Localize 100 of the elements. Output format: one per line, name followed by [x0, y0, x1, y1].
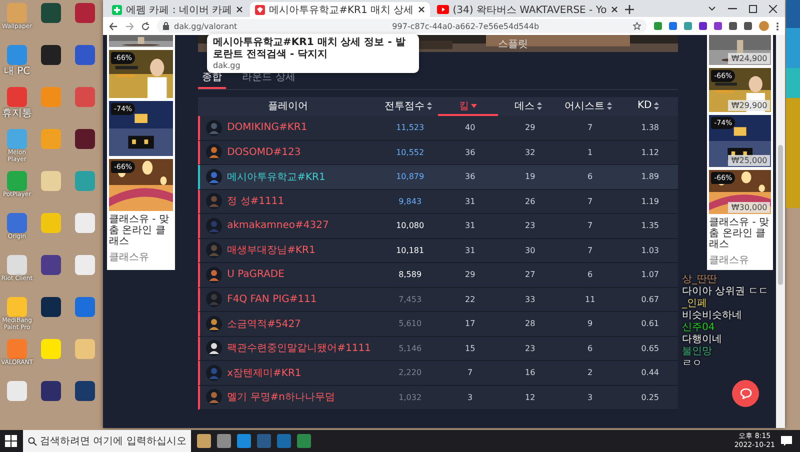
table-cell-text: 6 [586, 172, 594, 182]
table-cell-text: 6 [586, 344, 594, 353]
table-cell-text: 0.44 [640, 368, 660, 378]
table-cell-text: 8,589 [398, 270, 423, 280]
player-name[interactable]: 메시아투유학교#KR1 [227, 170, 326, 184]
table-cell-text: 0.61 [640, 319, 660, 328]
taskbar-icon[interactable] [277, 434, 292, 448]
table-cell-text: 29 [464, 270, 476, 280]
minimize-icon[interactable] [728, 8, 737, 10]
desktop-icon[interactable] [41, 381, 61, 401]
taskbar-icon[interactable] [197, 434, 212, 448]
avatar-icon [206, 218, 222, 234]
reload-icon[interactable] [141, 22, 150, 30]
menu-icon[interactable] [776, 22, 779, 30]
maximize-icon[interactable] [749, 4, 757, 12]
player-name[interactable]: x잠텐제미#KR1 [227, 366, 302, 380]
result-tab[interactable]: 라운드 상세 [238, 69, 300, 89]
chat-username: 상_딴딴 [682, 274, 717, 286]
player-name[interactable]: 멜기 무명#n하나나무덤 [227, 390, 335, 404]
desktop-icon[interactable] [41, 297, 61, 317]
taskbar-icon[interactable] [297, 434, 312, 448]
star-icon[interactable] [633, 22, 641, 30]
table-cell-text: 2 [586, 368, 594, 378]
taskbar-icon[interactable] [217, 434, 232, 448]
table-cell-text: 36 [464, 148, 476, 157]
table-cell-text: 30 [524, 246, 536, 255]
ad-caption[interactable]: 클래스유 - 맞춤 온라인 클래스 [709, 217, 772, 250]
column-header[interactable]: KD [618, 97, 678, 116]
tooltip-title: 메시아투유학교#KR1 매치 상세 정보 - 발로란트 전적검색 - 닥지지 [213, 37, 406, 60]
address-bar[interactable]: dak.gg/valorant 997-c87c-44a0-a662-7e56e54d544b [157, 19, 647, 33]
player-name[interactable]: 정 성#1111 [227, 194, 284, 208]
play-icon [436, 5, 449, 14]
browser-tab[interactable]: 에펨 카페 : 네이버 카페 [107, 2, 248, 17]
avatar-icon [206, 193, 222, 210]
banner-label: 스플릿 [498, 38, 528, 51]
search-field[interactable]: 검색하려면 여기에 입력하십시오 [23, 430, 192, 452]
table-cell-text: 26 [524, 196, 536, 206]
advertiser-name: 클래스유 [109, 251, 150, 264]
desktop-icon[interactable] [75, 381, 95, 401]
forward-icon[interactable] [125, 22, 134, 30]
table-cell-text: 11 [584, 294, 596, 304]
player-name[interactable]: U PaGRADE [227, 269, 284, 280]
result-tab[interactable]: 종합 [198, 69, 226, 89]
close-icon[interactable] [236, 6, 244, 13]
table-cell-text: 3 [466, 392, 474, 402]
ad-caption[interactable]: 클래스유 - 맞춤 온라인 클래스 [109, 214, 174, 247]
table-cell-text: 7 [586, 196, 594, 206]
price-label: ₩24,900 [728, 53, 770, 64]
player-name[interactable]: 소금역적#5427 [227, 316, 301, 331]
player-name[interactable]: DOSOMD#123 [227, 146, 301, 158]
player-name[interactable]: akmakamneo#4327 [227, 220, 329, 232]
player-name[interactable]: DOMIKING#KR1 [227, 122, 308, 134]
table-cell-text: 1 [586, 148, 594, 157]
column-header[interactable]: 데스 [498, 97, 558, 116]
close-icon[interactable] [418, 6, 425, 13]
profile-icon[interactable] [759, 21, 769, 31]
chat-message: 비슷비슷하네 [682, 310, 742, 322]
windows-icon[interactable] [5, 435, 17, 447]
desktop-icon[interactable] [41, 45, 61, 65]
scrollbar[interactable] [776, 35, 785, 428]
table-cell-text: 5,610 [398, 319, 423, 328]
player-name[interactable]: 팩관수련중인말같니됐어#1111 [227, 341, 371, 356]
table-cell-text: 1.38 [640, 123, 660, 132]
desktop-icon[interactable] [41, 255, 61, 275]
desktop-icon[interactable] [75, 129, 95, 149]
table-cell-text: 1.03 [640, 246, 660, 255]
table-cell-text: 10,181 [395, 246, 426, 255]
browser-tab[interactable]: (34) 왁타버스 WAKTAVERSE - Yo [432, 2, 623, 17]
column-header[interactable]: 전투점수 [378, 97, 438, 116]
avatar-icon [206, 168, 222, 185]
table-cell-text: 15 [464, 344, 476, 353]
player-name[interactable]: 매생부대장님#KR1 [227, 243, 316, 258]
desktop-icon[interactable] [41, 3, 61, 23]
close-icon[interactable] [610, 6, 618, 13]
plus-icon[interactable] [624, 5, 634, 14]
search-icon [28, 436, 37, 446]
taskbar-icon[interactable] [237, 434, 252, 448]
chevron-down-icon[interactable] [708, 6, 716, 11]
shield-icon [255, 4, 266, 14]
table-cell-text: 10,552 [395, 148, 426, 157]
sort-icon [426, 102, 432, 110]
table-cell-text: 17 [464, 319, 476, 328]
back-icon[interactable] [109, 22, 118, 30]
sort-icon [536, 102, 542, 110]
column-header[interactable]: 어시스트 [558, 97, 618, 116]
table-cell-text: 23 [524, 344, 536, 353]
avatar-icon [206, 120, 222, 136]
table-cell-text: 9 [586, 319, 594, 328]
table-cell-text: 1.89 [640, 172, 660, 182]
table-cell-text: 19 [524, 172, 536, 182]
tooltip-domain: dak.gg [213, 61, 242, 70]
close-icon[interactable] [769, 4, 777, 12]
player-name[interactable]: F4Q FAN PIG#111 [227, 294, 317, 305]
sort-down-icon [471, 104, 478, 108]
notification-icon[interactable] [781, 436, 792, 446]
table-cell-text: 33 [524, 294, 536, 304]
browser-tab[interactable]: 메시아투유학교#KR1 매치 상세 [250, 2, 430, 17]
chat-username: _인페 [682, 298, 707, 310]
column-header[interactable]: 플레이어 [198, 97, 378, 116]
table-cell-text: 3 [586, 392, 594, 402]
